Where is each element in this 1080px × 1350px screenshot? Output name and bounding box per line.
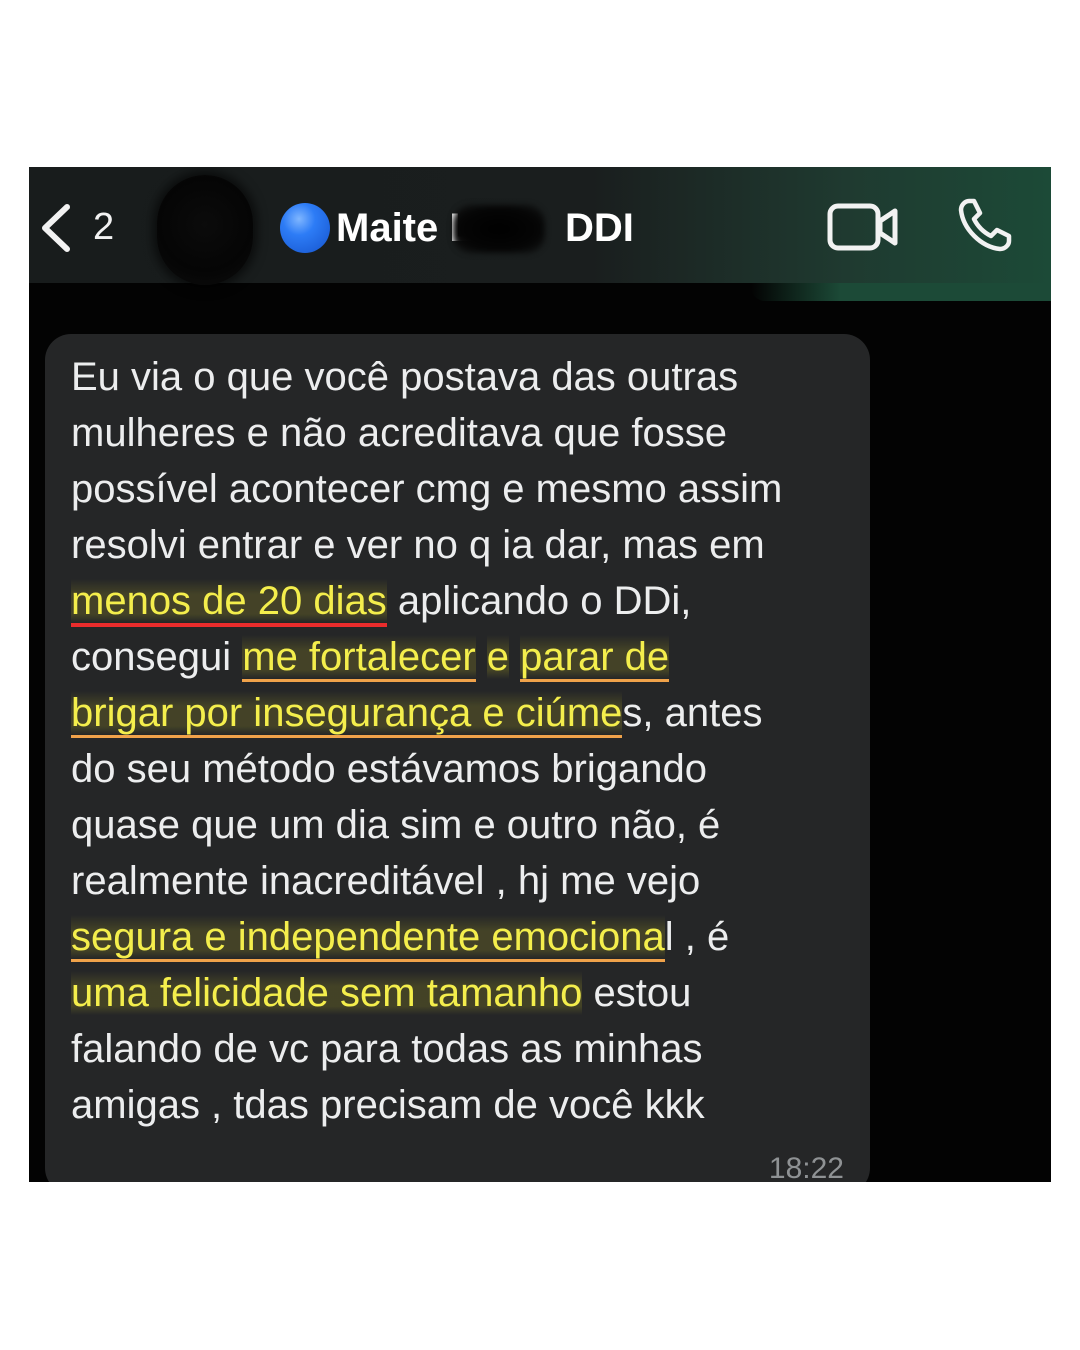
highlight-mark: e bbox=[486, 635, 510, 679]
message-line: menos de 20 dias aplicando o DDi, bbox=[71, 573, 691, 629]
message-line: falando de vc para todas as minhas bbox=[71, 1027, 703, 1071]
message-line: realmente inacreditável , hj me vejo bbox=[71, 859, 701, 903]
video-camera-icon[interactable] bbox=[827, 201, 899, 253]
highlight-mark: uma felicidade sem tamanho bbox=[71, 971, 583, 1015]
contact-name-suffix[interactable]: DDI bbox=[565, 205, 634, 251]
message-line: segura e independente emocional , é bbox=[71, 909, 729, 965]
highlight-mark: menos de 20 dias bbox=[71, 579, 387, 627]
highlight-mark: parar de bbox=[520, 635, 670, 682]
message-line: consegui me fortalecer e parar de bbox=[71, 629, 670, 685]
avatar[interactable] bbox=[157, 175, 253, 285]
highlight-mark: segura e independente emociona bbox=[71, 915, 665, 962]
highlight-mark: me fortalecer bbox=[242, 635, 476, 682]
name-redaction bbox=[453, 205, 545, 253]
message-line: possível acontecer cmg e mesmo assim bbox=[71, 467, 783, 511]
chat-screen: 2 Maite L DDI Eu via o que você postava … bbox=[29, 167, 1051, 1182]
chat-header: 2 Maite L DDI bbox=[29, 167, 1051, 285]
message-line: Eu via o que você postava das outras bbox=[71, 355, 739, 399]
phone-icon[interactable] bbox=[957, 197, 1013, 253]
message-line: brigar por insegurança e ciúmes, antes bbox=[71, 685, 762, 741]
message-line: do seu método estávamos brigando bbox=[71, 747, 707, 791]
back-chevron-icon[interactable] bbox=[37, 203, 77, 253]
unread-count[interactable]: 2 bbox=[93, 207, 114, 247]
message-timestamp: 18:22 bbox=[768, 1152, 844, 1182]
message-line: uma felicidade sem tamanho estou bbox=[71, 971, 692, 1015]
message-line: resolvi entrar e ver no q ia dar, mas em bbox=[71, 523, 765, 567]
message-line: quase que um dia sim e outro não, é bbox=[71, 803, 721, 847]
message-line: amigas , tdas precisam de você kkk bbox=[71, 1083, 705, 1127]
header-accent bbox=[751, 283, 1051, 301]
highlight-mark: brigar por insegurança e ciúme bbox=[71, 691, 623, 738]
message-bubble[interactable]: Eu via o que você postava das outras mul… bbox=[45, 334, 870, 1182]
message-line: mulheres e não acreditava que fosse bbox=[71, 411, 727, 455]
blue-circle-emoji bbox=[280, 203, 330, 253]
